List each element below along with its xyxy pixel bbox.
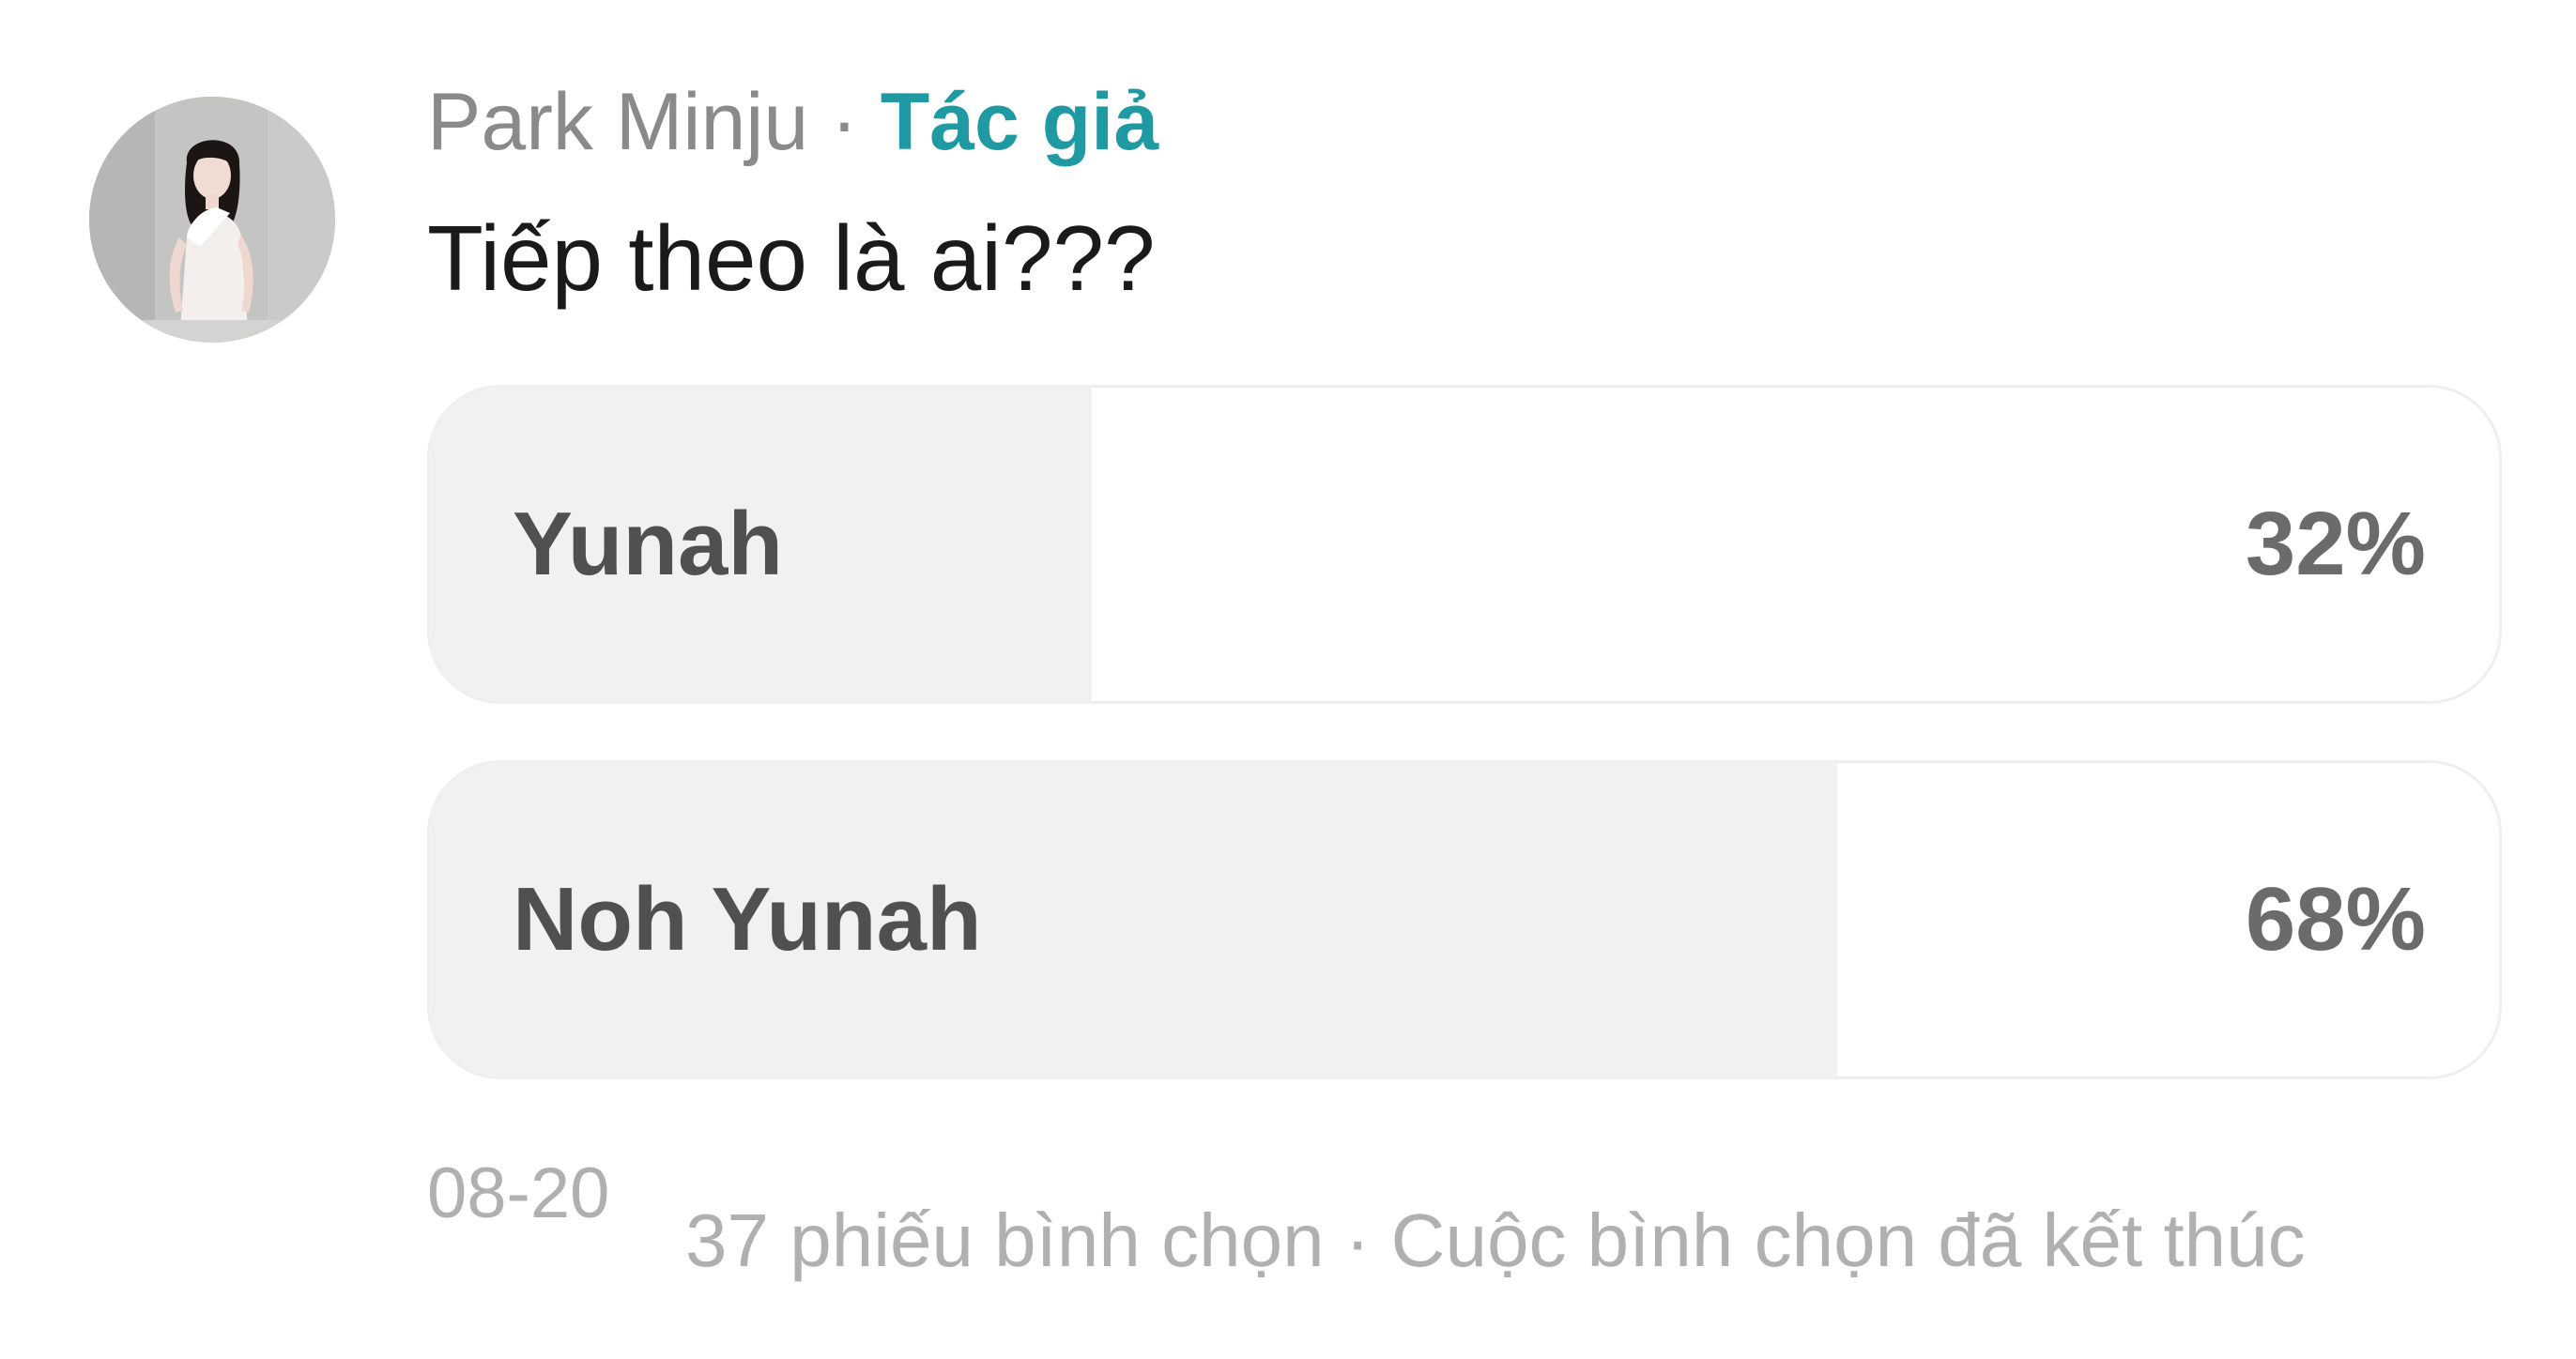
post-text: Tiếp theo là ai??? — [427, 206, 1156, 310]
poll-option-percent: 32% — [2245, 494, 2426, 594]
avatar[interactable] — [89, 97, 335, 343]
poll-option-percent: 68% — [2245, 869, 2426, 970]
poll-option-label: Yunah — [513, 494, 784, 594]
post-date: 08-20 — [427, 1153, 610, 1233]
avatar-photo-icon — [89, 97, 335, 343]
author-name[interactable]: Park Minju — [427, 77, 808, 167]
author-badge: Tác giả — [880, 77, 1159, 167]
poll-option-noh-yunah[interactable]: Noh Yunah 68% — [427, 760, 2502, 1079]
post-meta: Park Minju · Tác giả — [427, 75, 1158, 169]
poll-option-yunah[interactable]: Yunah 32% — [427, 385, 2502, 704]
meta-separator: · — [831, 77, 858, 167]
poll-stats: 37 phiếu bình chọn · Cuộc bình chọn đã k… — [685, 1199, 2306, 1282]
poll-option-label: Noh Yunah — [513, 869, 982, 970]
